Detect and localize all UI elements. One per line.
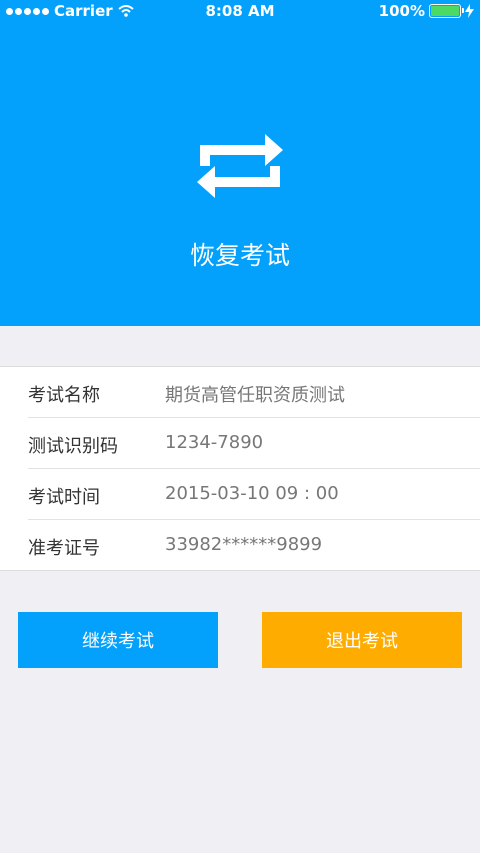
info-row-admission-number: 准考证号 33982******9899 [0, 520, 480, 571]
info-row-exam-time: 考试时间 2015-03-10 09 : 00 [0, 469, 480, 520]
info-value: 33982******9899 [165, 534, 323, 555]
app-screen: 恢复考试 Carrier 8:08 AM 100% 考试名称 期货高管任职资质测… [0, 0, 480, 853]
info-label: 考试名称 [28, 385, 100, 406]
exit-exam-button[interactable]: 退出考试 [262, 612, 462, 668]
header-banner: 恢复考试 [0, 0, 480, 326]
info-value: 2015-03-10 09 : 00 [165, 483, 339, 504]
info-value: 1234-7890 [165, 432, 264, 453]
exam-info-list: 考试名称 期货高管任职资质测试 测试识别码 1234-7890 考试时间 201… [0, 366, 480, 571]
info-row-test-code: 测试识别码 1234-7890 [0, 418, 480, 469]
status-right: 100% [379, 2, 474, 20]
info-row-exam-name: 考试名称 期货高管任职资质测试 [0, 367, 480, 418]
continue-exam-button[interactable]: 继续考试 [18, 612, 218, 668]
info-label: 考试时间 [28, 487, 100, 508]
charging-icon [465, 4, 474, 18]
info-label: 准考证号 [28, 538, 100, 559]
info-label: 测试识别码 [28, 436, 118, 457]
status-bar: Carrier 8:08 AM 100% [0, 0, 480, 22]
battery-icon [429, 4, 464, 18]
page-title: 恢复考试 [189, 241, 290, 270]
battery-percent: 100% [378, 2, 425, 20]
info-value: 期货高管任职资质测试 [165, 385, 345, 406]
repeat-icon [197, 134, 283, 198]
